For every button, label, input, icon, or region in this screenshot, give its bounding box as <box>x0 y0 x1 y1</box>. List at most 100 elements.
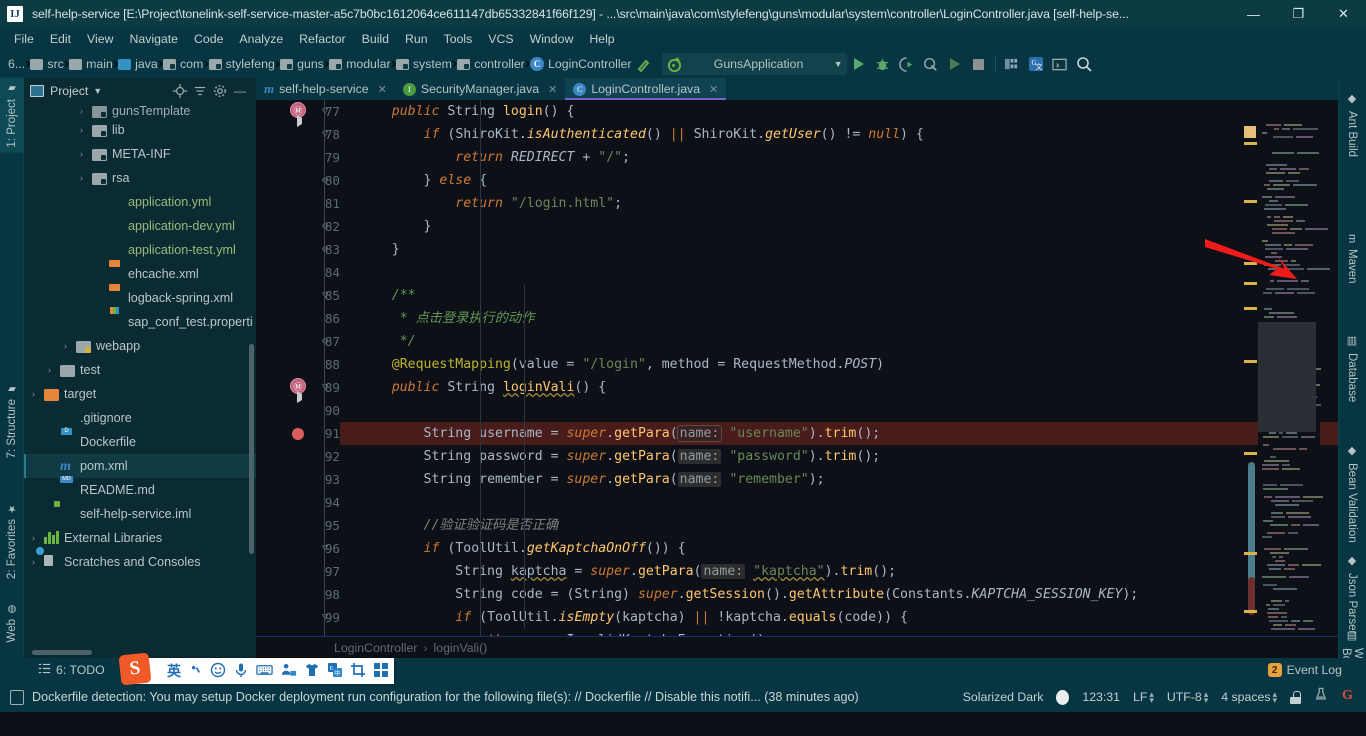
punctuation-icon[interactable] <box>188 663 203 680</box>
tree-item-rsa[interactable]: › rsa <box>24 166 256 190</box>
breadcrumb-item-logincontroller[interactable]: C LoginController <box>530 57 632 71</box>
menu-item-edit[interactable]: Edit <box>42 30 79 48</box>
tree-item-ehcache-xml[interactable]: ehcache.xml <box>24 262 256 286</box>
inspection-stripe[interactable] <box>1244 262 1257 265</box>
code-fold-toggle[interactable]: ⊖ <box>318 215 332 238</box>
menu-item-run[interactable]: Run <box>397 30 436 48</box>
menu-item-vcs[interactable]: VCS <box>480 30 521 48</box>
menu-item-file[interactable]: File <box>6 30 42 48</box>
screenshot-icon[interactable] <box>350 662 366 680</box>
inspection-icon[interactable] <box>1314 687 1328 707</box>
menu-item-refactor[interactable]: Refactor <box>291 30 353 48</box>
breadcrumb-item-6---[interactable]: 6... <box>4 57 25 71</box>
code-line[interactable]: public String login() { <box>340 100 1338 123</box>
tree-item-sap-conf-test-properti[interactable]: sap_conf_test.properti <box>24 310 256 334</box>
code-fold-toggle[interactable]: ▽ <box>318 284 332 307</box>
code-fold-toggle[interactable]: ▽ <box>318 100 332 123</box>
code-fold-toggle[interactable]: ▽ <box>318 123 332 146</box>
tree-item-scratches-and-consoles[interactable]: › Scratches and Consoles <box>24 550 256 574</box>
tree-item-application-test-yml[interactable]: application-test.yml <box>24 238 256 262</box>
right-rail-tab-ant-build[interactable]: ◆ Ant Build <box>1338 86 1366 163</box>
project-tree-vertical-scrollbar[interactable] <box>249 344 254 554</box>
editor-scrollbar[interactable] <box>1330 122 1338 636</box>
sogou-ime-toolbar[interactable]: 英 E中 <box>133 658 394 684</box>
breadcrumb-item-com[interactable]: com <box>163 57 203 71</box>
tree-expand-arrow[interactable]: › <box>32 389 44 399</box>
bottom-tab-todo[interactable]: 6: TODO <box>30 658 113 682</box>
collapse-all-icon[interactable] <box>190 81 210 101</box>
tree-expand-arrow[interactable]: › <box>80 125 92 135</box>
project-tree[interactable]: › gunsTemplate › lib › META-INF › rsa applicatio… <box>24 104 256 658</box>
tree-expand-arrow[interactable]: › <box>32 533 44 543</box>
screen-translate-icon[interactable]: E中 <box>327 662 343 680</box>
notification-icon[interactable] <box>10 689 24 705</box>
build-hammer-icon[interactable] <box>632 52 656 76</box>
tree-item-logback-spring-xml[interactable]: logback-spring.xml <box>24 286 256 310</box>
chevron-down-icon[interactable]: ▼ <box>93 86 102 96</box>
tree-item-meta-inf[interactable]: › META-INF <box>24 142 256 166</box>
breakpoint-icon[interactable] <box>292 428 304 440</box>
code-line[interactable]: if (ToolUtil.getKaptchaOnOff()) { <box>340 537 1338 560</box>
tree-item-webapp[interactable]: › webapp <box>24 334 256 358</box>
code-line[interactable]: @RequestMapping(value = "/login", method… <box>340 353 1338 376</box>
code-content[interactable]: public String login() { if (ShiroKit.isA… <box>340 100 1338 636</box>
tree-item-lib[interactable]: › lib <box>24 118 256 142</box>
code-line[interactable]: String password = super.getPara(name: "p… <box>340 445 1338 468</box>
handwriting-icon[interactable] <box>280 662 297 680</box>
caret-position[interactable]: 123:31 <box>1082 690 1120 704</box>
menu-item-analyze[interactable]: Analyze <box>231 30 291 48</box>
indent-setting[interactable]: 4 spaces ▴ ▾ <box>1221 690 1277 705</box>
event-log-button[interactable]: 2 Event Log <box>1260 658 1350 682</box>
code-fold-toggle[interactable]: ▽ <box>318 606 332 629</box>
code-line[interactable]: } <box>340 238 1338 261</box>
tree-expand-arrow[interactable]: › <box>32 557 44 567</box>
minimize-button[interactable]: — <box>1231 0 1276 28</box>
tree-item-gunstemplate[interactable]: › gunsTemplate <box>24 104 256 118</box>
code-fold-toggle[interactable]: ⊖ <box>318 238 332 261</box>
debug-icon[interactable] <box>871 52 895 76</box>
run-method-gutter-icon[interactable]: Ⓜ <box>290 378 306 403</box>
code-line[interactable]: return REDIRECT + "/"; <box>340 146 1338 169</box>
sogou-ime-logo-icon[interactable]: S <box>118 652 152 686</box>
menu-item-navigate[interactable]: Navigate <box>121 30 186 48</box>
project-tree-horizontal-scrollbar[interactable] <box>32 650 92 655</box>
tree-expand-arrow[interactable]: › <box>48 365 60 375</box>
code-line[interactable]: if (ToolUtil.isEmpty(kaptcha) || !kaptch… <box>340 606 1338 629</box>
code-line[interactable]: String code = (String) super.getSession(… <box>340 583 1338 606</box>
run-button[interactable] <box>847 52 871 76</box>
inspection-stripe[interactable] <box>1244 452 1257 455</box>
right-rail-tab-database[interactable]: ▥ Database <box>1338 328 1366 408</box>
code-line[interactable]: } else { <box>340 169 1338 192</box>
code-line[interactable]: String remember = super.getPara(name: "r… <box>340 468 1338 491</box>
run-method-gutter-icon[interactable]: Ⓜ <box>290 102 306 127</box>
code-line[interactable]: String username = super.getPara(name: "u… <box>340 422 1338 445</box>
code-line[interactable]: String kaptcha = super.getPara(name: "ka… <box>340 560 1338 583</box>
breadcrumb-item-controller[interactable]: controller <box>457 57 525 71</box>
tree-item-target[interactable]: › target <box>24 382 256 406</box>
tree-item-dockerfile[interactable]: Dockerfile <box>24 430 256 454</box>
menu-item-help[interactable]: Help <box>581 30 622 48</box>
tree-item-test[interactable]: › test <box>24 358 256 382</box>
translate-icon[interactable]: G文 <box>1024 52 1048 76</box>
code-fold-toggle[interactable]: ▽ <box>318 376 332 399</box>
close-button[interactable]: ✕ <box>1321 0 1366 28</box>
code-line[interactable]: * 点击登录执行的动作 <box>340 307 1338 330</box>
menu-item-tools[interactable]: Tools <box>436 30 481 48</box>
profile-icon[interactable] <box>919 52 943 76</box>
rerun-icon[interactable] <box>943 52 967 76</box>
editor-tab-securitymanager-java[interactable]: I SecurityManager.java ✕ <box>395 78 565 100</box>
run-configuration-selector[interactable]: GunsApplication ▼ <box>661 53 847 75</box>
code-fold-toggle[interactable]: ▽ <box>318 537 332 560</box>
tree-item-pom-xml[interactable]: m pom.xml <box>24 454 256 478</box>
code-line[interactable] <box>340 261 1338 284</box>
code-line[interactable] <box>340 491 1338 514</box>
tree-expand-arrow[interactable]: › <box>80 173 92 183</box>
inspection-stripe[interactable] <box>1244 307 1257 310</box>
soft-keyboard-icon[interactable] <box>256 662 273 680</box>
code-fold-toggle[interactable]: ⊖ <box>318 169 332 192</box>
tree-item-self-help-service-iml[interactable]: self-help-service.iml <box>24 502 256 526</box>
left-rail-tab-2--favorites[interactable]: 2: Favorites ★ <box>0 498 24 584</box>
tree-expand-arrow[interactable]: › <box>80 149 92 159</box>
tree-expand-arrow[interactable]: › <box>64 341 76 351</box>
breadcrumb-item-main[interactable]: main <box>69 57 113 71</box>
